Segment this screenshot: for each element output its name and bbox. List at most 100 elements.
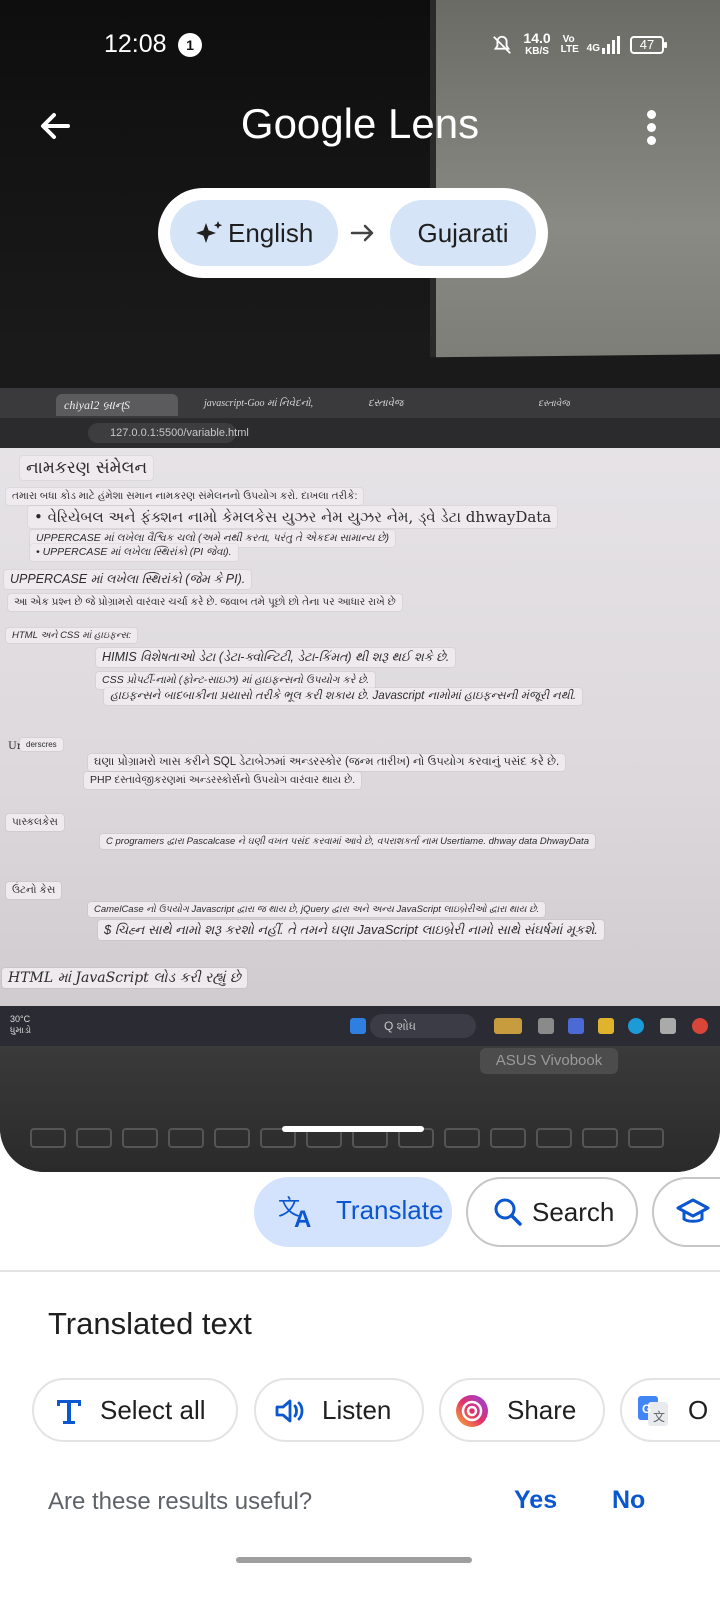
gesture-nav-bar[interactable] <box>236 1557 472 1563</box>
clock: 12:08 <box>104 30 167 58</box>
taskbar-search: Q શોધ <box>370 1014 476 1038</box>
source-language-button[interactable]: English <box>170 200 338 266</box>
notification-badge: 1 <box>178 33 202 57</box>
windows-taskbar: 30°C ધુમાડો Q શોધ <box>0 1006 720 1046</box>
speaker-icon <box>275 1399 304 1423</box>
feedback-question: Are these results useful? <box>48 1488 313 1515</box>
task-view-icon <box>538 1018 554 1034</box>
status-bar: 12:08 1 14.0 KB/S Vo LTE 4G 47 <box>0 0 720 92</box>
search-icon <box>494 1198 522 1226</box>
weather-widget: 30°C ધુમાડો <box>10 1014 31 1036</box>
key <box>76 1128 112 1148</box>
keyboard-keys <box>30 1128 720 1172</box>
lens-screen: chiyal2 બ્રાન્S javascript-Goo માં નિવેદ… <box>0 0 720 1600</box>
select-all-label: Select all <box>100 1395 206 1425</box>
more-options-button[interactable] <box>640 106 664 150</box>
overlay-text[interactable]: નામકરણ સંમેલન <box>20 456 154 480</box>
key <box>628 1128 664 1148</box>
key <box>168 1128 204 1148</box>
svg-text:A: A <box>294 1206 311 1229</box>
translate-chip-label: Translate <box>336 1195 444 1225</box>
volte-indicator: Vo LTE <box>560 34 579 55</box>
key <box>490 1128 526 1148</box>
key <box>582 1128 618 1148</box>
overlay-text[interactable]: CSS પ્રોપર્ટી-નામો (ફોન્ટ-સાઇઝ) માં હાઇફ… <box>96 672 376 689</box>
language-selector: English Gujarati <box>158 188 548 278</box>
page-title: Google Lens <box>240 100 480 147</box>
sparkle-icon <box>196 221 223 243</box>
browser-tab-strip: chiyal2 બ્રાન્S javascript-Goo માં નિવેદ… <box>0 388 720 418</box>
translated-text-heading: Translated text <box>48 1306 252 1341</box>
key <box>536 1128 572 1148</box>
overlay-text[interactable]: • વેરિયેબલ અને ફંક્શન નામો કેમલકેસ યુઝર … <box>28 506 558 528</box>
battery-icon: 47 <box>630 36 667 54</box>
store-icon <box>660 1018 676 1034</box>
browser-address-bar: 127.0.0.1:5500/variable.html <box>0 418 720 448</box>
edge-icon <box>628 1018 644 1034</box>
overlay-text[interactable]: • UPPERCASE માં લખેલા સ્થિરાંકો (PI જેવા… <box>30 544 238 561</box>
weather-temp: 30°C <box>10 1014 31 1024</box>
homework-chip[interactable] <box>652 1177 720 1247</box>
select-all-button[interactable]: Select all <box>32 1378 238 1442</box>
sheet-drag-handle[interactable] <box>282 1126 424 1132</box>
key <box>122 1128 158 1148</box>
signal-bar <box>612 40 615 54</box>
overlay-text[interactable]: ઘણા પ્રોગ્રામરો ખાસ કરીને SQL ડેટાબેઝમાં… <box>88 754 566 771</box>
overlay-text[interactable]: CamelCase નો ઉપયોગ Javascript દ્વારા જ થ… <box>88 902 546 917</box>
file-explorer-icon <box>598 1018 614 1034</box>
overlay-text[interactable]: HIMIS વિશેષતાઓ ડેટા (ડેટા-ક્વોન્ટિટી, ડે… <box>96 648 456 667</box>
overlay-text[interactable]: પાસ્કલકેસ <box>6 814 64 831</box>
more-vert-icon <box>647 123 656 132</box>
overlay-text[interactable]: C programers દ્વારા Pascalcase ને ઘણી વખ… <box>100 834 595 849</box>
network-type: 4G <box>586 43 600 54</box>
listen-button[interactable]: Listen <box>254 1378 424 1442</box>
mute-bell-icon <box>493 35 512 54</box>
windows-start-icon <box>350 1018 366 1034</box>
signal-bar <box>617 36 620 54</box>
overlay-text[interactable]: ઉંટનો કેસ <box>6 882 62 899</box>
net-speed: 14.0 KB/S <box>523 30 551 58</box>
laptop-screen-content: નામકરણ સંમેલન તમારા બધા કોડ માટે હંમેશા … <box>0 448 720 1008</box>
translate-icon: 文 A <box>278 1195 311 1229</box>
open-label: O <box>688 1395 709 1425</box>
feedback-yes-button[interactable]: Yes <box>514 1486 557 1515</box>
translate-chip[interactable]: 文 A Translate <box>254 1177 452 1247</box>
net-speed-unit: KB/S <box>525 46 549 57</box>
overlay-text[interactable]: $ ચિહ્ન સાથે નામો શરૂ કરશો નહીં. તે તમને… <box>98 920 604 940</box>
url-text: 127.0.0.1:5500/variable.html <box>88 423 249 443</box>
feedback-no-button[interactable]: No <box>612 1486 645 1515</box>
target-language-label: Gujarati <box>417 218 509 248</box>
overlay-text[interactable]: PHP દસ્તાવેજીકરણમાં અન્ડરસ્કોર્સનો ઉપયોગ… <box>84 772 362 789</box>
widgets-icon <box>494 1018 522 1034</box>
svg-text:G: G <box>642 1402 651 1416</box>
svg-text:文: 文 <box>653 1409 665 1424</box>
browser-tab: javascript-Goo માં નિવેદનો, <box>204 398 314 409</box>
overlay-text[interactable]: UPPERCASE માં લખેલા સ્થિરાંકો (જેમ કે PI… <box>4 570 252 589</box>
overlay-text[interactable]: HTML માં JavaScript લોડ કરી રહ્યું છે <box>2 968 247 988</box>
overlay-text[interactable]: હાઇફન્સને બાદબાકીના પ્રયાસો તરીકે ભૂલ કર… <box>104 688 583 705</box>
instagram-share-icon <box>456 1395 488 1427</box>
share-button[interactable]: Share <box>439 1378 605 1442</box>
laptop-brand-label: ASUS Vivobook <box>480 1048 618 1074</box>
overlay-text[interactable]: આ એક પ્રશ્ન છે જે પ્રોગ્રામરો વારંવાર ચર… <box>8 594 402 611</box>
signal-bar <box>602 48 605 54</box>
target-language-button[interactable]: Gujarati <box>390 200 536 266</box>
search-chip[interactable]: Search <box>466 1177 638 1247</box>
open-in-translate-button[interactable]: G 文 O <box>620 1378 720 1442</box>
weather-label: ધુમાડો <box>10 1025 32 1035</box>
divider <box>0 1270 720 1272</box>
text-t-icon <box>57 1400 81 1424</box>
net-speed-value: 14.0 <box>523 30 551 46</box>
overlay-text[interactable]: તમારા બધા કોડ માટે હંમેશા સમાન નામકરણ સં… <box>6 488 364 505</box>
more-vert-icon <box>647 136 656 145</box>
google-translate-icon: G 文 <box>638 1396 668 1426</box>
more-vert-icon <box>647 110 656 119</box>
captured-photo[interactable]: chiyal2 બ્રાન્S javascript-Goo માં નિવેદ… <box>0 0 720 1172</box>
overlay-text[interactable]: HTML અને CSS માં હાઇફન્સ: <box>6 628 137 643</box>
chrome-icon <box>692 1018 708 1034</box>
share-label: Share <box>507 1395 577 1425</box>
source-language-label: English <box>228 218 314 248</box>
overlay-text[interactable]: derscres <box>20 738 63 751</box>
status-icons: 14.0 KB/S Vo LTE 4G 47 <box>491 30 667 58</box>
browser-tab: દસ્તાવેજ <box>368 398 404 409</box>
